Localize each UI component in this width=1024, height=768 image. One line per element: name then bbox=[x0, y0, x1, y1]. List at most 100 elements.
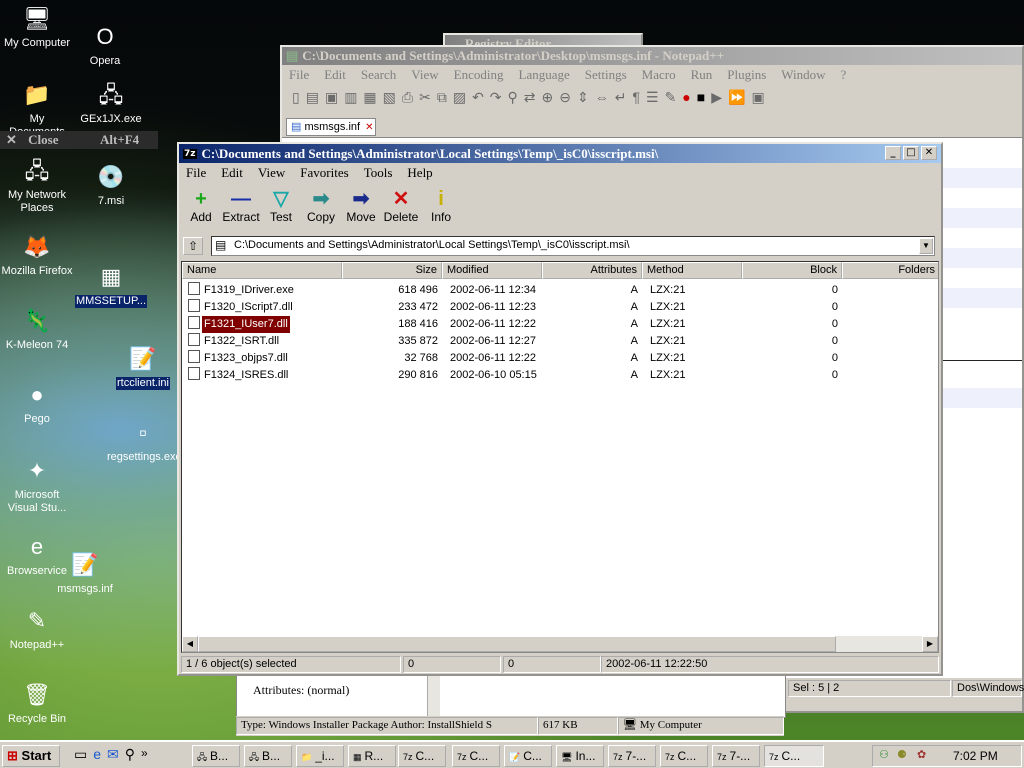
taskbar-button[interactable]: 📁 _i... bbox=[296, 745, 344, 767]
notepadpp-menu-item[interactable]: Encoding bbox=[447, 67, 512, 83]
play-macro-icon[interactable]: ▶ bbox=[711, 89, 722, 111]
notepadpp-menu-item[interactable]: Run bbox=[684, 67, 721, 83]
chevron-icon[interactable]: » bbox=[141, 746, 148, 766]
desktop-icon[interactable]: 🦎 K-Meleon 74 bbox=[0, 304, 74, 352]
column-header-block[interactable]: Block bbox=[742, 262, 842, 279]
tray-network-icon[interactable]: ⚇ bbox=[879, 748, 889, 761]
notepadpp-menu-item[interactable]: View bbox=[404, 67, 446, 83]
desktop-icon[interactable]: 🖧 GEx1JX.exe bbox=[74, 78, 148, 126]
show-desktop-icon[interactable]: ▭ bbox=[74, 746, 87, 766]
notepadpp-menu-item[interactable]: Settings bbox=[578, 67, 635, 83]
taskbar-button[interactable]: 🖧 B... bbox=[244, 745, 292, 767]
address-dropdown-button[interactable]: ▼ bbox=[919, 238, 933, 254]
tray-app-icon[interactable]: ⚈ bbox=[897, 748, 907, 761]
column-header-modified[interactable]: Modified bbox=[442, 262, 542, 279]
stop-macro-icon[interactable]: ■ bbox=[697, 89, 705, 111]
replace-icon[interactable]: ⇄ bbox=[524, 89, 536, 111]
sevenzip-titlebar[interactable]: 7z C:\Documents and Settings\Administrat… bbox=[179, 144, 941, 163]
desktop-icon[interactable]: O Opera bbox=[68, 20, 142, 68]
menu-item[interactable]: File bbox=[179, 165, 214, 181]
record-macro-icon[interactable]: ● bbox=[682, 89, 690, 111]
browse-icon[interactable]: ⚲ bbox=[125, 746, 135, 766]
desktop-icon[interactable]: ▦ MMSSETUP... bbox=[74, 260, 148, 308]
taskbar-button[interactable]: 7z C... bbox=[660, 745, 708, 767]
maximize-button[interactable]: □ bbox=[903, 146, 919, 160]
all-chars-icon[interactable]: ¶ bbox=[632, 89, 640, 111]
menu-item[interactable]: Edit bbox=[214, 165, 251, 181]
move-button[interactable]: ➡ Move bbox=[341, 188, 381, 224]
column-header-method[interactable]: Method bbox=[642, 262, 742, 279]
up-folder-button[interactable]: ⇧ bbox=[183, 237, 203, 255]
save-icon[interactable]: ▣ bbox=[325, 89, 338, 111]
wrap-icon[interactable]: ↵ bbox=[615, 89, 627, 111]
close-button[interactable]: ✕ bbox=[921, 146, 937, 160]
notepadpp-menu-item[interactable]: Window bbox=[774, 67, 833, 83]
new-file-icon[interactable]: ▯ bbox=[292, 89, 300, 111]
scroll-left-button[interactable]: ◀ bbox=[182, 636, 198, 652]
sync-h-icon[interactable]: ⇔ bbox=[595, 89, 609, 111]
add-button[interactable]: + Add bbox=[181, 188, 221, 224]
test-button[interactable]: ▽ Test bbox=[261, 188, 301, 224]
taskbar-button[interactable]: 📝 C... bbox=[504, 745, 552, 767]
desktop-icon[interactable]: ▫ regsettings.exe bbox=[106, 416, 182, 464]
taskbar-button[interactable]: 7z C... bbox=[764, 745, 824, 767]
find-icon[interactable]: ⚲ bbox=[508, 89, 518, 111]
info-button[interactable]: i Info bbox=[421, 188, 461, 224]
column-header-folders[interactable]: Folders bbox=[842, 262, 938, 279]
menu-item[interactable]: View bbox=[251, 165, 293, 181]
sync-v-icon[interactable]: ⇕ bbox=[577, 89, 589, 111]
taskbar-button[interactable]: 7z C... bbox=[398, 745, 446, 767]
notepadpp-menu-item[interactable]: File bbox=[282, 67, 317, 83]
desktop-icon[interactable]: 🗑 Recycle Bin bbox=[0, 678, 74, 726]
desktop-icon[interactable]: ✎ Notepad++ bbox=[0, 604, 74, 652]
cut-icon[interactable]: ✂ bbox=[419, 89, 431, 111]
desktop-icon[interactable]: 🖥 My Computer bbox=[0, 2, 74, 50]
save-macro-icon[interactable]: ▣ bbox=[751, 89, 764, 111]
taskbar-button[interactable]: ▦ R... bbox=[348, 745, 396, 767]
menu-item[interactable]: Tools bbox=[357, 165, 401, 181]
print-icon[interactable]: ⎙ bbox=[402, 89, 413, 111]
lang-icon[interactable]: ✎ bbox=[665, 89, 677, 111]
notepadpp-titlebar[interactable]: ▤ C:\Documents and Settings\Administrato… bbox=[282, 47, 1022, 65]
indent-guide-icon[interactable]: ☰ bbox=[646, 89, 659, 111]
desktop-icon[interactable]: 💿 7.msi bbox=[74, 160, 148, 208]
column-header-name[interactable]: Name bbox=[182, 262, 342, 279]
address-combo[interactable]: ▤ C:\Documents and Settings\Administrato… bbox=[211, 236, 935, 256]
file-row[interactable]: F1323_objps7.dll 32 768 2002-06-11 12:22 A L… bbox=[186, 350, 938, 367]
taskbar-button[interactable]: 7z 7-... bbox=[608, 745, 656, 767]
scroll-right-button[interactable]: ▶ bbox=[922, 636, 938, 652]
notepadpp-menu-item[interactable]: Edit bbox=[317, 67, 354, 83]
zoom-in-icon[interactable]: ⊕ bbox=[542, 89, 554, 111]
desktop-icon[interactable]: 📝 rtcclient.ini bbox=[106, 342, 180, 390]
file-row[interactable]: F1324_ISRES.dll 290 816 2002-06-10 05:15 A L… bbox=[186, 367, 938, 384]
desktop-icon[interactable]: ✦ Microsoft Visual Stu... bbox=[0, 454, 74, 515]
desktop-icon[interactable]: 🦊 Mozilla Firefox bbox=[0, 230, 74, 278]
details-scrollbar[interactable] bbox=[427, 673, 440, 716]
play-multi-icon[interactable]: ⏩ bbox=[728, 89, 745, 111]
menu-item[interactable]: Help bbox=[400, 165, 440, 181]
zoom-out-icon[interactable]: ⊖ bbox=[559, 89, 571, 111]
horizontal-scrollbar[interactable]: ◀ ▶ bbox=[182, 636, 938, 652]
sevenzip-window[interactable]: 7z C:\Documents and Settings\Administrat… bbox=[177, 142, 943, 676]
context-menu-close[interactable]: ✕ Close Alt+F4 bbox=[0, 131, 158, 149]
taskbar-button[interactable]: 7z 7-... bbox=[712, 745, 760, 767]
desktop-icon[interactable]: 🖧 My Network Places bbox=[0, 154, 74, 215]
notepadpp-menu-item[interactable]: Search bbox=[354, 67, 404, 83]
menu-item[interactable]: Favorites bbox=[293, 165, 356, 181]
notepadpp-menu-item[interactable]: Macro bbox=[635, 67, 684, 83]
paste-icon[interactable]: ▨ bbox=[453, 89, 466, 111]
undo-icon[interactable]: ↶ bbox=[472, 89, 484, 111]
notepadpp-menu-item[interactable]: Language bbox=[512, 67, 578, 83]
file-row[interactable]: F1321_IUser7.dll 188 416 2002-06-11 12:22 A… bbox=[186, 315, 938, 334]
ie-icon[interactable]: e bbox=[93, 746, 101, 766]
close-all-icon[interactable]: ▧ bbox=[383, 89, 396, 111]
extract-button[interactable]: — Extract bbox=[221, 188, 261, 224]
outlook-icon[interactable]: ✉ bbox=[107, 746, 119, 766]
redo-icon[interactable]: ↷ bbox=[490, 89, 502, 111]
delete-button[interactable]: ✕ Delete bbox=[381, 188, 421, 224]
minimize-button[interactable]: _ bbox=[885, 146, 901, 160]
notepadpp-menu-item[interactable]: ? bbox=[834, 67, 855, 83]
file-row[interactable]: F1319_IDriver.exe 618 496 2002-06-11 12:34… bbox=[186, 282, 938, 299]
tab-close-icon[interactable]: ✕ bbox=[365, 122, 373, 133]
start-button[interactable]: ⊞ Start bbox=[2, 745, 60, 767]
